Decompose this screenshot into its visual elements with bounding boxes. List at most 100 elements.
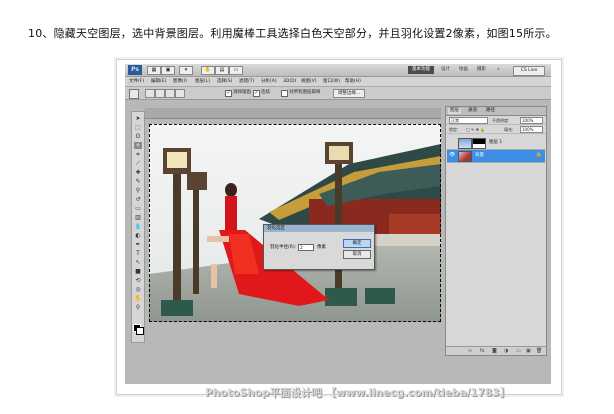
menu-edit[interactable]: 编辑(E): [151, 78, 166, 85]
3d-rotate-tool-icon[interactable]: ⟲: [134, 277, 142, 284]
layer-name: 图层 1: [489, 140, 503, 145]
add-selection-icon[interactable]: [155, 89, 165, 98]
cs-live-button[interactable]: CS Live: [513, 66, 545, 76]
menu-image[interactable]: 图像(I): [173, 78, 187, 85]
background-color-swatch[interactable]: [136, 327, 144, 335]
bridge-icon[interactable]: ▦: [147, 66, 161, 75]
hand-icon[interactable]: ✋: [201, 66, 215, 75]
shape-tool-icon[interactable]: ■: [134, 268, 142, 275]
workspace-photography[interactable]: 摄影: [477, 66, 486, 74]
healing-tool-icon[interactable]: ✚: [134, 169, 142, 176]
layer-thumbnail: [458, 138, 472, 149]
dodge-tool-icon[interactable]: ◐: [134, 232, 142, 239]
lock-icon: 🔒: [535, 152, 542, 158]
menu-analysis[interactable]: 分析(A): [261, 78, 277, 85]
magic-wand-preset-icon[interactable]: [129, 89, 139, 99]
tools-panel: ➤ ⬚ ʘ ✧ ⌗ ⟋ ✚ ✎ ⚲ ↺ ▭ ▥ 💧 ◐ ✒ T ↖ ■ ⟲ ◎ …: [131, 111, 145, 343]
pen-tool-icon[interactable]: ✒: [134, 241, 142, 248]
blend-mode-select[interactable]: 正常: [449, 117, 488, 124]
eye-icon[interactable]: 👁: [449, 153, 455, 158]
document-canvas[interactable]: [149, 124, 441, 322]
antialias-label: 消除锯齿: [233, 90, 251, 95]
workspace-essentials[interactable]: 基本功能: [408, 66, 434, 74]
move-tool-icon[interactable]: ➤: [134, 115, 142, 122]
cancel-button[interactable]: 取消: [343, 250, 371, 259]
arrange-icon[interactable]: ▤: [215, 66, 229, 75]
layer-row-background[interactable]: 👁 背景 🔒: [447, 150, 545, 163]
feather-radius-input[interactable]: 2: [298, 244, 314, 251]
feather-radius-label: 羽化半径(R):: [270, 245, 297, 250]
workspace-more-icon[interactable]: »: [497, 66, 500, 74]
adjustment-layer-icon[interactable]: ◑: [504, 348, 508, 354]
subtract-selection-icon[interactable]: [165, 89, 175, 98]
zoom-tool-icon[interactable]: ⚲: [134, 304, 142, 311]
blend-row: 正常 不透明度: 100%: [446, 116, 546, 125]
layers-panel-tabs: 图层 通道 路径: [446, 107, 546, 116]
tab-channels[interactable]: 通道: [466, 108, 479, 114]
menu-help[interactable]: 帮助(H): [345, 78, 361, 85]
dialog-title: 羽化选区: [264, 225, 374, 232]
lock-icons[interactable]: ▢ ✎ ✥ 🔒: [466, 127, 485, 132]
menu-layer[interactable]: 图层(L): [195, 78, 210, 85]
opacity-label: 不透明度:: [492, 118, 510, 123]
lasso-tool-icon[interactable]: ʘ: [134, 133, 142, 140]
tab-layers[interactable]: 图层: [448, 108, 461, 114]
link-layers-icon[interactable]: ∞: [468, 348, 472, 354]
workspace-painting[interactable]: 绘画: [459, 66, 468, 74]
menu-select[interactable]: 选择(S): [217, 78, 232, 85]
blur-tool-icon[interactable]: 💧: [134, 223, 142, 230]
eyedropper-tool-icon[interactable]: ⟋: [134, 160, 142, 167]
gradient-tool-icon[interactable]: ▥: [134, 214, 142, 221]
new-selection-icon[interactable]: [145, 89, 155, 98]
visibility-toggle-icon[interactable]: [449, 140, 454, 145]
app-bar: Ps ▦ ▣ ▾ ✋ ▤ ▭ 基本功能 设计 绘画 摄影 » CS Live: [125, 64, 551, 77]
layers-panel: 图层 通道 路径 正常 不透明度: 100% 锁定: ▢ ✎ ✥ 🔒 填充: 1…: [445, 106, 547, 356]
menu-file[interactable]: 文件(F): [129, 78, 144, 85]
wedding-photo: [149, 124, 441, 322]
path-selection-tool-icon[interactable]: ↖: [134, 259, 142, 266]
opacity-field[interactable]: 100%: [520, 117, 543, 124]
ok-button[interactable]: 确定: [343, 239, 371, 248]
step-caption: 10、隐藏天空图层，选中背景图层。利用魔棒工具选择白色天空部分，并且羽化设置2像…: [28, 27, 557, 40]
tab-paths[interactable]: 路径: [484, 108, 497, 114]
menu-filter[interactable]: 滤镜(T): [239, 78, 254, 85]
antialias-checkbox[interactable]: ✓: [225, 90, 232, 97]
mini-bridge-icon[interactable]: ▣: [161, 66, 175, 75]
layer-name: 背景: [475, 153, 484, 158]
clone-stamp-tool-icon[interactable]: ⚲: [134, 187, 142, 194]
fill-field[interactable]: 100%: [520, 126, 543, 133]
layer-row-sky[interactable]: 图层 1: [447, 137, 545, 150]
sample-all-checkbox[interactable]: [281, 90, 288, 97]
contiguous-label: 连续: [261, 90, 270, 95]
menu-view[interactable]: 视图(V): [301, 78, 317, 85]
type-tool-icon[interactable]: T: [134, 250, 142, 257]
document-tab-strip: [145, 108, 441, 119]
refine-edge-button[interactable]: 调整边缘...: [333, 89, 365, 98]
workspace-design[interactable]: 设计: [441, 66, 450, 74]
zoom-level-icon[interactable]: ▾: [179, 66, 193, 75]
hand-tool-icon[interactable]: ✋: [134, 295, 142, 302]
magic-wand-tool-icon[interactable]: ✧: [134, 142, 142, 149]
3d-camera-tool-icon[interactable]: ◎: [134, 286, 142, 293]
menu-3d[interactable]: 3D(D): [283, 78, 296, 85]
contiguous-checkbox[interactable]: ✓: [253, 90, 260, 97]
trash-icon[interactable]: 🗑: [536, 348, 542, 354]
screen-mode-icon[interactable]: ▭: [229, 66, 243, 75]
new-layer-icon[interactable]: ▣: [526, 348, 531, 354]
eraser-tool-icon[interactable]: ▭: [134, 205, 142, 212]
layer-thumbnail: [458, 151, 472, 162]
lock-label: 锁定:: [449, 127, 459, 132]
menu-window[interactable]: 窗口(W): [323, 78, 340, 85]
history-brush-tool-icon[interactable]: ↺: [134, 196, 142, 203]
fill-label: 填充:: [504, 127, 514, 132]
new-group-icon[interactable]: ▭: [516, 348, 521, 354]
lock-row: 锁定: ▢ ✎ ✥ 🔒 填充: 100%: [446, 125, 546, 134]
brush-tool-icon[interactable]: ✎: [134, 178, 142, 185]
crop-tool-icon[interactable]: ⌗: [134, 151, 142, 158]
marquee-tool-icon[interactable]: ⬚: [134, 124, 142, 131]
add-mask-icon[interactable]: ◙: [492, 348, 497, 354]
layer-style-icon[interactable]: fx: [480, 348, 485, 354]
intersect-selection-icon[interactable]: [175, 89, 185, 98]
sample-all-label: 对所有图层取样: [289, 90, 321, 95]
feather-selection-dialog: 羽化选区 羽化半径(R): 2 像素 确定 取消: [263, 224, 375, 270]
